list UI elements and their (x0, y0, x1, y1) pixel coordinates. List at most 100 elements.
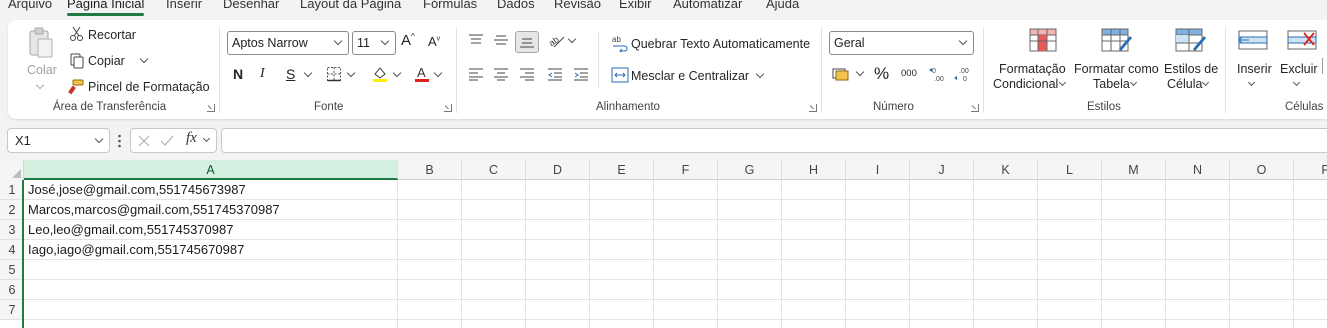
borders-icon[interactable] (326, 66, 342, 82)
number-launcher-icon[interactable] (971, 104, 979, 112)
format-as-table-label-2[interactable]: Tabela (1093, 77, 1130, 91)
worksheet-grid[interactable]: ABCDEFGHIJKLMNOP 1234567 José,jose@gmail… (0, 160, 1327, 328)
orientation-chevron-icon[interactable] (567, 34, 577, 44)
decrease-indent-icon[interactable] (547, 67, 563, 81)
alignment-launcher-icon[interactable] (809, 104, 817, 112)
align-left-icon[interactable] (468, 67, 484, 81)
column-header-e[interactable]: E (590, 160, 654, 180)
tab-exibir[interactable]: Exibir (619, 0, 652, 11)
format-as-table-chevron-icon[interactable] (1129, 78, 1138, 87)
row-header-4[interactable]: 4 (0, 240, 24, 260)
font-name-select[interactable]: Aptos Narrow (227, 31, 349, 55)
tab-formulas[interactable]: Fórmulas (423, 0, 477, 11)
accounting-chevron-icon[interactable] (855, 67, 865, 77)
increase-decimal-icon[interactable]: 0.00 (928, 65, 948, 83)
select-all-button[interactable] (0, 160, 24, 180)
cell-styles-label-1[interactable]: Estilos de (1164, 62, 1218, 76)
column-header-i[interactable]: I (846, 160, 910, 180)
increase-font-icon[interactable]: A^ (401, 32, 415, 49)
format-painter-button[interactable]: Pincel de Formatação (88, 80, 210, 94)
delete-cells-button[interactable]: Excluir (1280, 62, 1318, 76)
align-bottom-icon[interactable] (515, 31, 539, 53)
accounting-format-icon[interactable] (832, 66, 852, 82)
fill-color-icon[interactable] (371, 65, 389, 83)
decrease-decimal-icon[interactable]: .00 0 (953, 65, 973, 83)
tab-desenhar[interactable]: Desenhar (223, 0, 279, 11)
more-options-icon[interactable] (118, 134, 121, 148)
row-header-1[interactable]: 1 (0, 180, 24, 200)
font-launcher-icon[interactable] (444, 104, 452, 112)
tab-inserir[interactable]: Inserir (166, 0, 202, 11)
enter-icon[interactable] (159, 134, 175, 148)
clipboard-launcher-icon[interactable] (207, 104, 215, 112)
format-as-table-label-1[interactable]: Formatar como (1074, 62, 1159, 76)
italic-button[interactable]: I (260, 66, 265, 82)
font-color-chevron-icon[interactable] (433, 68, 443, 78)
conditional-formatting-label-1[interactable]: Formatação (999, 62, 1066, 76)
insert-chevron-icon[interactable] (1247, 78, 1256, 87)
tab-dados[interactable]: Dados (497, 0, 535, 11)
column-header-f[interactable]: F (654, 160, 718, 180)
cell-a2[interactable]: Marcos,marcos@gmail.com,551745370987 (28, 200, 280, 220)
wrap-text-button[interactable]: Quebrar Texto Automaticamente (631, 37, 810, 51)
format-cells-partial-icon[interactable] (1322, 58, 1327, 74)
cell-styles-label-2[interactable]: Célula (1167, 77, 1202, 91)
paste-icon[interactable] (26, 26, 56, 60)
align-right-icon[interactable] (519, 67, 535, 81)
column-header-h[interactable]: H (782, 160, 846, 180)
orientation-icon[interactable]: ab (547, 33, 566, 49)
font-color-icon[interactable]: A (413, 65, 431, 83)
column-header-b[interactable]: B (398, 160, 462, 180)
bold-button[interactable]: N (233, 66, 243, 82)
align-top-icon[interactable] (468, 33, 484, 47)
column-header-o[interactable]: O (1230, 160, 1294, 180)
row-header-7[interactable]: 7 (0, 300, 24, 320)
increase-indent-icon[interactable] (573, 67, 589, 81)
row-header-3[interactable]: 3 (0, 220, 24, 240)
column-header-m[interactable]: M (1102, 160, 1166, 180)
fx-chevron-icon[interactable] (202, 134, 211, 143)
conditional-chevron-icon[interactable] (1058, 78, 1067, 87)
insert-cells-button[interactable]: Inserir (1237, 62, 1272, 76)
column-header-c[interactable]: C (462, 160, 526, 180)
formula-input[interactable] (221, 128, 1327, 153)
column-header-d[interactable]: D (526, 160, 590, 180)
percent-button[interactable]: % (874, 64, 889, 84)
tab-ajuda[interactable]: Ajuda (766, 0, 799, 11)
column-header-p[interactable]: P (1294, 160, 1327, 180)
merge-chevron-icon[interactable] (755, 69, 765, 79)
underline-button[interactable]: S (286, 66, 295, 82)
row-header-6[interactable]: 6 (0, 280, 24, 300)
row-header-2[interactable]: 2 (0, 200, 24, 220)
tab-automatizar[interactable]: Automatizar (673, 0, 742, 11)
tab-revisao[interactable]: Revisão (554, 0, 601, 11)
align-center-icon[interactable] (493, 67, 509, 81)
row-header-5[interactable]: 5 (0, 260, 24, 280)
underline-chevron-icon[interactable] (303, 68, 313, 78)
name-box-chevron-icon[interactable] (94, 134, 104, 144)
fill-color-chevron-icon[interactable] (392, 68, 402, 78)
tab-arquivo[interactable]: Arquivo (8, 0, 52, 11)
column-header-a[interactable]: A (24, 160, 398, 180)
column-header-k[interactable]: K (974, 160, 1038, 180)
paste-button[interactable]: Colar (27, 63, 57, 77)
cell-a4[interactable]: Iago,iago@gmail.com,551745670987 (28, 240, 244, 260)
name-box[interactable]: X1 (7, 128, 110, 153)
font-size-select[interactable]: 11 (352, 31, 396, 55)
insert-function-button[interactable]: fx (186, 130, 197, 147)
borders-chevron-icon[interactable] (346, 68, 356, 78)
number-format-select[interactable]: Geral (829, 31, 974, 55)
cell-a3[interactable]: Leo,leo@gmail.com,551745370987 (28, 220, 233, 240)
paste-chevron-icon[interactable] (35, 80, 45, 90)
column-header-j[interactable]: J (910, 160, 974, 180)
column-header-l[interactable]: L (1038, 160, 1102, 180)
cancel-icon[interactable] (137, 134, 151, 148)
cell-styles-chevron-icon[interactable] (1201, 78, 1210, 87)
tab-pagina-inicial[interactable]: Página Inicial (67, 0, 145, 16)
column-header-g[interactable]: G (718, 160, 782, 180)
cell-a1[interactable]: José,jose@gmail.com,551745673987 (28, 180, 246, 200)
copy-chevron-icon[interactable] (139, 54, 149, 64)
column-header-n[interactable]: N (1166, 160, 1230, 180)
merge-center-button[interactable]: Mesclar e Centralizar (631, 69, 749, 83)
cut-button[interactable]: Recortar (88, 28, 136, 42)
